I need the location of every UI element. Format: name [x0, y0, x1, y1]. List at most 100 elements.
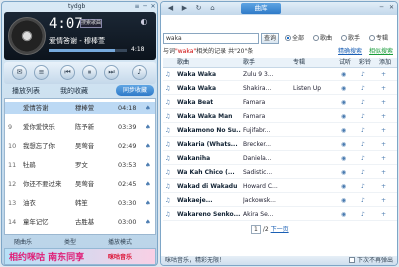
- minimize-icon[interactable]: ─: [377, 3, 386, 13]
- result-song[interactable]: Wakamono No Su...: [177, 125, 241, 137]
- result-artist[interactable]: Zulu 9 3...: [243, 69, 291, 81]
- ringtone-icon[interactable]: ♪: [361, 125, 365, 137]
- play-icon[interactable]: ♫: [165, 209, 170, 221]
- result-row[interactable]: ♫ Waka Beat Famara ◉ ♪ +: [163, 97, 397, 109]
- result-row[interactable]: ♫ Waka Waka Shakira... Listen Up ◉ ♪ +: [163, 83, 397, 95]
- result-artist[interactable]: Sadistic...: [243, 167, 291, 179]
- next-page-link[interactable]: 下一页: [271, 226, 289, 233]
- listen-icon[interactable]: ◉: [341, 97, 346, 109]
- similar-search-link[interactable]: 相似搜索: [369, 48, 393, 55]
- lyrics-icon[interactable]: ✉: [12, 65, 27, 80]
- play-icon[interactable]: ♫: [165, 139, 170, 151]
- add-icon[interactable]: +: [381, 111, 386, 123]
- ringtone-icon[interactable]: ♪: [361, 139, 365, 151]
- result-song[interactable]: Waka Waka: [177, 83, 241, 95]
- play-icon[interactable]: ♫: [165, 69, 170, 81]
- playlist-row[interactable]: 13 油衣 韩笙 03:30 ♠: [5, 197, 155, 209]
- refresh-icon[interactable]: ↻: [193, 3, 204, 14]
- radio-song[interactable]: 歌曲: [313, 35, 332, 42]
- result-song[interactable]: Waka Waka: [177, 69, 241, 81]
- volume-icon[interactable]: ◐: [137, 15, 151, 29]
- add-icon[interactable]: +: [381, 83, 386, 95]
- result-row[interactable]: ♫ Wakareno Senko... Akira Se... ◉ ♪ +: [163, 209, 397, 221]
- listen-icon[interactable]: ◉: [341, 181, 346, 193]
- add-icon[interactable]: +: [381, 167, 386, 179]
- listen-icon[interactable]: ◉: [341, 153, 346, 165]
- playlist-row[interactable]: 12 你还不要过来 吴莺音 02:45 ♠: [5, 178, 155, 190]
- page-number[interactable]: 1: [251, 225, 261, 234]
- ad-banner[interactable]: 相约咪咕 南东同享 咪咕音乐: [4, 248, 156, 265]
- play-icon[interactable]: ♫: [165, 181, 170, 193]
- ringtone-icon[interactable]: ♪: [361, 181, 365, 193]
- close-icon[interactable]: ✕: [387, 3, 396, 13]
- ringtone-icon[interactable]: ♪: [361, 153, 365, 165]
- progress-bar[interactable]: [49, 49, 127, 52]
- add-icon[interactable]: +: [381, 125, 386, 137]
- menu-icon[interactable]: ≡: [133, 3, 141, 10]
- playlist-row[interactable]: 11 牡鹃 罗文 03:53 ♠: [5, 159, 155, 171]
- result-row[interactable]: ♫ Wakaeje... Jackowsk... ◉ ♪ +: [163, 195, 397, 207]
- forward-icon[interactable]: ▶: [179, 3, 190, 14]
- result-artist[interactable]: Famara: [243, 111, 291, 123]
- play-icon[interactable]: ♫: [165, 167, 170, 179]
- result-row[interactable]: ♫ Wakad di Wakadu Howard C... ◉ ♪ +: [163, 181, 397, 193]
- play-icon[interactable]: ♫: [165, 97, 170, 109]
- mute-icon[interactable]: ♪: [132, 65, 147, 80]
- add-icon[interactable]: +: [381, 139, 386, 151]
- result-row[interactable]: ♫ Waka Waka Man Famara ◉ ♪ +: [163, 111, 397, 123]
- add-icon[interactable]: ♠: [145, 197, 151, 209]
- ringtone-icon[interactable]: ♪: [361, 111, 365, 123]
- search-song-button[interactable]: 搜索歌曲: [80, 19, 102, 28]
- add-icon[interactable]: ♠: [145, 216, 151, 228]
- sync-favorites-button[interactable]: 同步收藏: [116, 85, 154, 96]
- play-icon[interactable]: ♫: [165, 83, 170, 95]
- tab-playlist[interactable]: 播放列表: [12, 85, 40, 97]
- next-icon[interactable]: ⏭: [104, 65, 119, 80]
- result-song[interactable]: Wakad di Wakadu: [177, 181, 241, 193]
- radio-artist[interactable]: 歌手: [341, 35, 360, 42]
- search-input[interactable]: [163, 33, 259, 44]
- tab-favorites[interactable]: 我的收藏: [60, 85, 88, 97]
- result-song[interactable]: Wakareno Senko...: [177, 209, 241, 221]
- result-album[interactable]: Listen Up: [293, 83, 337, 95]
- ringtone-icon[interactable]: ♪: [361, 83, 365, 95]
- result-row[interactable]: ♫ Waka Waka Zulu 9 3... ◉ ♪ +: [163, 69, 397, 81]
- listen-icon[interactable]: ◉: [341, 139, 346, 151]
- result-song[interactable]: Waka Waka Man: [177, 111, 241, 123]
- ringtone-icon[interactable]: ♪: [361, 209, 365, 221]
- add-icon[interactable]: ♠: [145, 159, 151, 171]
- result-row[interactable]: ♫ Wakamono No Su... Fujifabr... ◉ ♪ +: [163, 125, 397, 137]
- exact-search-link[interactable]: 精确搜索: [338, 48, 362, 55]
- add-icon[interactable]: ♠: [145, 102, 151, 114]
- playlist-icon[interactable]: ≡: [34, 65, 49, 80]
- home-icon[interactable]: ⌂: [207, 3, 218, 14]
- add-icon[interactable]: +: [381, 97, 386, 109]
- checkbox[interactable]: [348, 257, 355, 263]
- add-icon[interactable]: +: [381, 209, 386, 221]
- pause-icon[interactable]: ⏸: [82, 65, 97, 80]
- add-icon[interactable]: +: [381, 181, 386, 193]
- add-icon[interactable]: ♠: [145, 140, 151, 152]
- result-artist[interactable]: Famara: [243, 97, 291, 109]
- playlist-row[interactable]: 9 爱你爱快乐 陈予新 03:39 ♠: [5, 121, 155, 133]
- result-artist[interactable]: Shakira...: [243, 83, 291, 95]
- listen-icon[interactable]: ◉: [341, 195, 346, 207]
- search-button[interactable]: 查询: [261, 33, 279, 44]
- listen-icon[interactable]: ◉: [341, 111, 346, 123]
- previous-icon[interactable]: ⏮: [60, 65, 75, 80]
- dont-show-again[interactable]: 下次不再弹出: [348, 256, 393, 265]
- play-icon[interactable]: ♫: [165, 195, 170, 207]
- result-song[interactable]: Wakaniha: [177, 153, 241, 165]
- add-icon[interactable]: +: [381, 69, 386, 81]
- mode-button[interactable]: 随曲乐: [14, 238, 32, 247]
- play-mode-button[interactable]: 播放模式: [108, 238, 132, 247]
- result-artist[interactable]: Akira Se...: [243, 209, 291, 221]
- result-row[interactable]: ♫ Wa Kah Chico (... Sadistic... ◉ ♪ +: [163, 167, 397, 179]
- listen-icon[interactable]: ◉: [341, 69, 346, 81]
- back-icon[interactable]: ◀: [165, 3, 176, 14]
- play-icon[interactable]: ♫: [165, 153, 170, 165]
- type-button[interactable]: 类型: [64, 238, 76, 247]
- result-artist[interactable]: Fujifabr...: [243, 125, 291, 137]
- listen-icon[interactable]: ◉: [341, 167, 346, 179]
- playlist-row[interactable]: 爱情答谢 穆棒萱 04:18 ♠: [5, 102, 155, 114]
